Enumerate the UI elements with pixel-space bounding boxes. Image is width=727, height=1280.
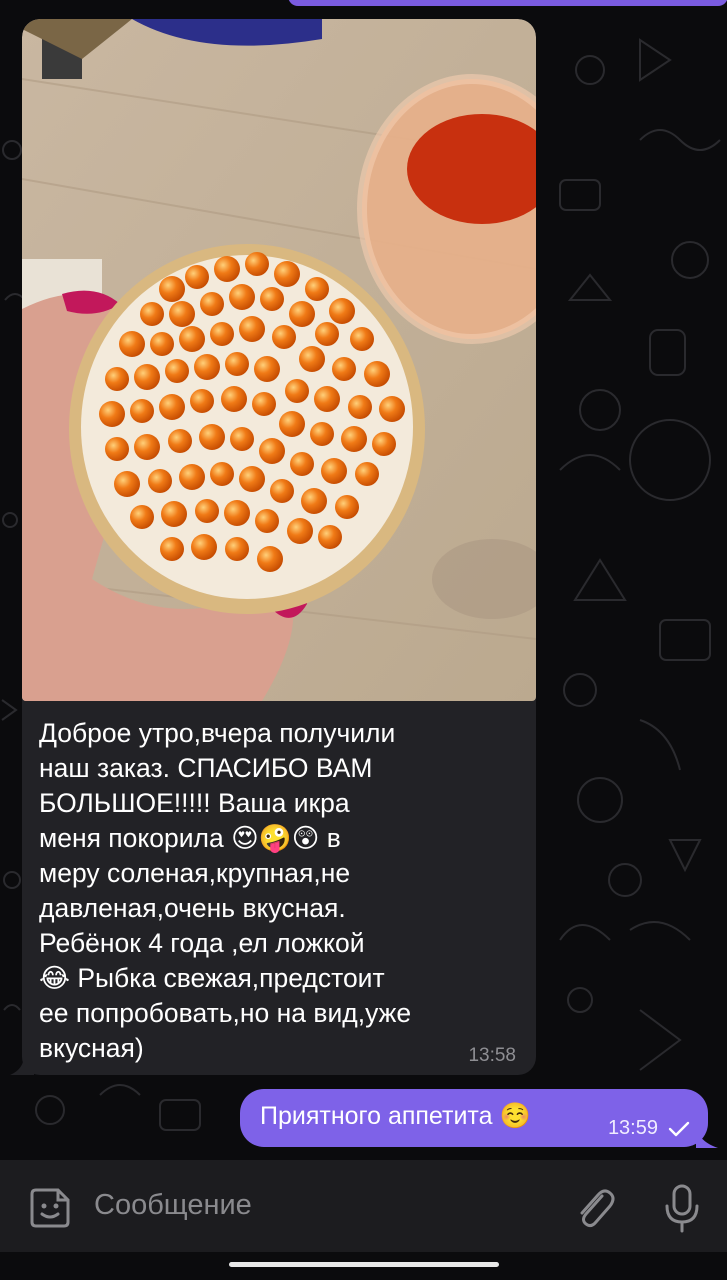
sticker-icon[interactable]: [26, 1184, 74, 1232]
caviar-sandwich-photo: [22, 19, 536, 701]
check-icon: [668, 1121, 690, 1136]
outgoing-message-meta: 13:59: [608, 1117, 690, 1140]
paperclip-icon[interactable]: [572, 1184, 616, 1232]
incoming-message-text: Доброе утро,вчера получили наш заказ. СП…: [39, 718, 412, 1063]
outgoing-message-time: 13:59: [607, 1117, 658, 1139]
outgoing-message-bubble[interactable]: Приятного аппетита ☺️ 13:59: [240, 1089, 708, 1147]
microphone-icon[interactable]: [662, 1182, 702, 1234]
message-input[interactable]: Сообщение: [94, 1189, 252, 1222]
home-indicator: [229, 1262, 499, 1267]
incoming-message-bubble[interactable]: Доброе утро,вчера получили наш заказ. СП…: [22, 19, 536, 1075]
incoming-message-time: 13:58: [468, 1045, 516, 1066]
attached-photo[interactable]: [22, 19, 536, 701]
outgoing-message-text: Приятного аппетита ☺️: [260, 1102, 531, 1130]
previous-outgoing-bubble: [288, 0, 727, 6]
incoming-bubble-tail: [10, 1055, 34, 1075]
outgoing-bubble-tail: [696, 1128, 718, 1148]
message-composer: Сообщение: [0, 1160, 727, 1252]
